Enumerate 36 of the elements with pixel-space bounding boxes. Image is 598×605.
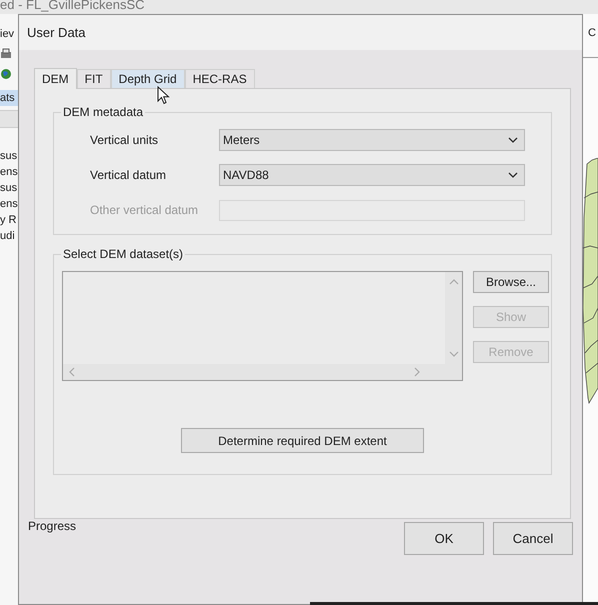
dropdown[interactable]: Meters — [219, 129, 525, 151]
tab[interactable]: HEC-RAS — [184, 69, 255, 88]
layer-item[interactable]: sus — [0, 180, 18, 196]
chevron-down-icon — [508, 137, 518, 143]
dialog-button[interactable]: Browse... — [473, 271, 549, 293]
panel-header[interactable]: ats — [0, 90, 18, 106]
chevron-down-icon[interactable] — [448, 351, 458, 357]
field-label: Vertical datum — [90, 168, 168, 182]
layer-item[interactable]: y R — [0, 212, 16, 228]
field-label: Vertical units — [90, 133, 160, 147]
tab[interactable]: DEM — [34, 68, 77, 89]
tab[interactable]: FIT — [76, 69, 111, 88]
dialog-button[interactable]: Cancel — [493, 522, 573, 555]
dialog-title: User Data — [27, 25, 86, 40]
menu-item[interactable]: iev — [0, 28, 14, 40]
group-title: DEM metadata — [62, 105, 144, 119]
layer-item[interactable]: ens — [0, 164, 18, 180]
field-label: Other vertical datum — [90, 203, 200, 217]
layer-item[interactable]: udi — [0, 228, 15, 244]
layer-item[interactable]: sus — [0, 148, 18, 164]
globe-icon[interactable] — [0, 68, 12, 80]
mouse-cursor-icon — [157, 86, 170, 105]
layer-item[interactable]: ens — [0, 196, 18, 212]
dialog-button[interactable]: OK — [404, 522, 484, 555]
chevron-up-icon[interactable] — [448, 279, 458, 285]
dropdown[interactable]: NAVD88 — [219, 164, 525, 186]
printer-icon[interactable] — [0, 48, 12, 60]
list-box[interactable] — [62, 271, 463, 381]
chevron-right-icon[interactable] — [414, 367, 420, 377]
extent-button[interactable]: Determine required DEM extent — [181, 428, 424, 453]
progress-label: Progress — [28, 519, 76, 535]
group-title: Select DEM dataset(s) — [62, 247, 184, 261]
tab[interactable]: Depth Grid — [110, 69, 185, 88]
chevron-down-icon — [508, 172, 518, 178]
window-title: C — [588, 26, 597, 40]
chevron-left-icon[interactable] — [69, 367, 75, 377]
